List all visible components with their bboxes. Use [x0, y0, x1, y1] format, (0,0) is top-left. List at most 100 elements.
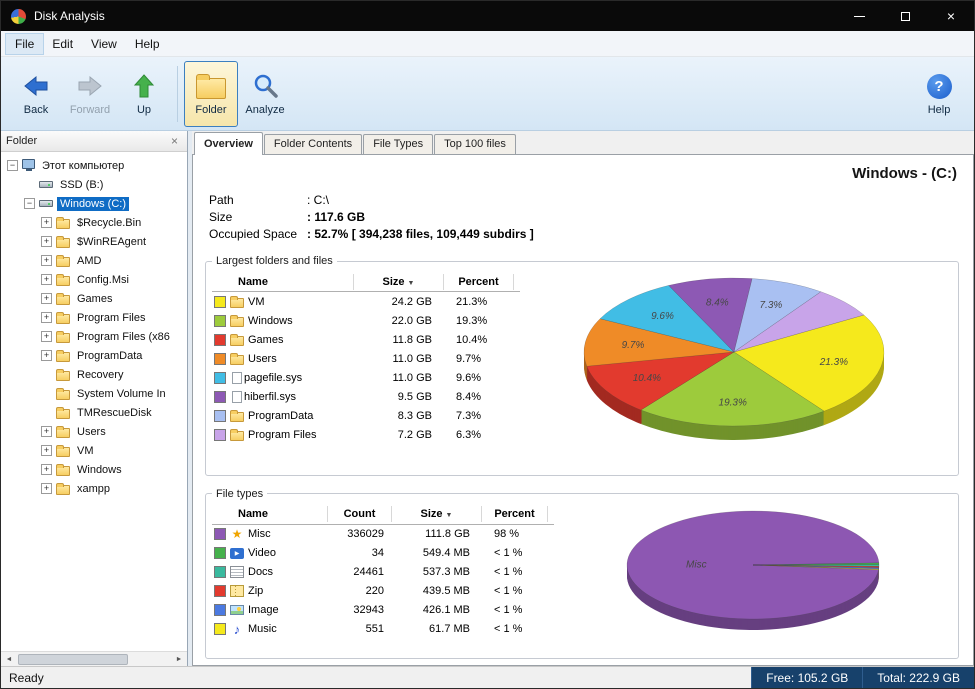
tree-item[interactable]: TMRescueDisk: [3, 403, 187, 422]
item-size: 426.1 MB: [422, 604, 470, 617]
sort-desc-icon: ▼: [445, 512, 453, 520]
largest-row[interactable]: hiberfil.sys 9.5 GB 8.4%: [212, 387, 520, 406]
expand-icon[interactable]: +: [41, 426, 52, 437]
collapse-icon[interactable]: −: [7, 160, 18, 171]
tree-item[interactable]: System Volume In: [3, 384, 187, 403]
largest-row[interactable]: ProgramData 8.3 GB 7.3%: [212, 406, 520, 425]
folder-icon: [56, 293, 70, 305]
item-percent: 98 %: [494, 528, 520, 541]
largest-row[interactable]: Games 11.8 GB 10.4%: [212, 330, 520, 349]
tree-label: Games: [77, 292, 113, 305]
filetype-row[interactable]: Zip 220 439.5 MB < 1 %: [212, 582, 554, 601]
column-header-percent[interactable]: Percent: [444, 273, 514, 290]
tree-item[interactable]: SSD (B:): [3, 175, 187, 194]
largest-row[interactable]: Program Files 7.2 GB 6.3%: [212, 425, 520, 444]
pie-label: Misc: [686, 559, 707, 570]
maximize-button[interactable]: [882, 1, 928, 31]
color-swatch: [214, 371, 226, 384]
minimize-button[interactable]: [836, 1, 882, 31]
tree-item[interactable]: + Users: [3, 422, 187, 441]
tab-overview[interactable]: Overview: [194, 132, 263, 155]
tree-item[interactable]: Recovery: [3, 365, 187, 384]
item-percent: < 1 %: [494, 585, 523, 598]
tree-item[interactable]: + xampp: [3, 479, 187, 498]
menu-file[interactable]: File: [4, 32, 45, 55]
largest-row[interactable]: VM 24.2 GB 21.3%: [212, 292, 520, 311]
column-header-count[interactable]: Count: [328, 506, 392, 523]
column-header-size[interactable]: Size ▼: [392, 506, 482, 523]
column-header-name[interactable]: Name: [212, 506, 328, 523]
item-percent: 21.3%: [456, 295, 488, 308]
largest-row[interactable]: Users 11.0 GB 9.7%: [212, 349, 520, 368]
expand-icon[interactable]: +: [41, 236, 52, 247]
expand-icon[interactable]: +: [41, 255, 52, 266]
tab-file-types[interactable]: File Types: [363, 134, 434, 154]
menu-view[interactable]: View: [82, 34, 126, 54]
filetype-row[interactable]: Image 32943 426.1 MB < 1 %: [212, 601, 554, 620]
tree-item[interactable]: + AMD: [3, 251, 187, 270]
folder-icon: [56, 464, 70, 476]
analyze-label: Analyze: [245, 104, 285, 116]
sidebar-title: Folder: [6, 135, 38, 147]
folder-icon: [56, 388, 70, 400]
largest-row[interactable]: pagefile.sys 11.0 GB 9.6%: [212, 368, 520, 387]
largest-row[interactable]: Windows 22.0 GB 19.3%: [212, 311, 520, 330]
tab-folder-contents[interactable]: Folder Contents: [263, 134, 363, 154]
filetype-row[interactable]: Video 34 549.4 MB < 1 %: [212, 544, 554, 563]
expand-icon[interactable]: +: [41, 331, 52, 342]
tab-top-100-files[interactable]: Top 100 files: [434, 134, 516, 154]
tree-item[interactable]: + $Recycle.Bin: [3, 213, 187, 232]
column-header-size[interactable]: Size ▼: [354, 273, 444, 290]
folder-icon: [56, 407, 70, 419]
sidebar-close-button[interactable]: ×: [167, 134, 182, 148]
scroll-right-icon[interactable]: ►: [171, 656, 187, 663]
tree-item[interactable]: − Этот компьютер: [3, 156, 187, 175]
expand-icon[interactable]: +: [41, 445, 52, 456]
tree-item[interactable]: + Program Files (x86: [3, 327, 187, 346]
menu-bar: File Edit View Help: [1, 31, 974, 57]
horizontal-scrollbar[interactable]: ◄ ►: [1, 651, 187, 666]
expand-icon[interactable]: +: [41, 293, 52, 304]
filetype-row[interactable]: Misc 336029 111.8 GB 98 %: [212, 525, 554, 544]
name-cell: Program Files: [212, 428, 354, 441]
status-total-space: Total: 222.9 GB: [862, 667, 974, 688]
tree-item[interactable]: + Config.Msi: [3, 270, 187, 289]
name-cell: Users: [212, 352, 354, 365]
tree-item[interactable]: + ProgramData: [3, 346, 187, 365]
tree-item[interactable]: + $WinREAgent: [3, 232, 187, 251]
forward-button[interactable]: Forward: [63, 61, 117, 127]
collapse-icon[interactable]: −: [24, 198, 35, 209]
tree-item[interactable]: + Program Files: [3, 308, 187, 327]
column-header-name[interactable]: Name: [212, 273, 354, 290]
filetype-row[interactable]: Music 551 61.7 MB < 1 %: [212, 620, 554, 639]
content-column: Overview Folder Contents File Types Top 100…: [192, 131, 974, 666]
folder-button[interactable]: Folder: [184, 60, 238, 127]
up-button[interactable]: Up: [117, 61, 171, 127]
help-button[interactable]: ? Help: [912, 61, 966, 127]
expand-icon[interactable]: +: [41, 350, 52, 361]
scroll-left-icon[interactable]: ◄: [1, 656, 17, 663]
minimize-icon: [853, 15, 865, 17]
tree-item[interactable]: − Windows (C:): [3, 194, 187, 213]
item-count: 220: [365, 585, 384, 598]
item-name: Users: [248, 352, 277, 365]
column-header-percent[interactable]: Percent: [482, 506, 548, 523]
menu-help[interactable]: Help: [126, 34, 169, 54]
item-percent: < 1 %: [494, 623, 523, 636]
expand-icon[interactable]: +: [41, 274, 52, 285]
expand-icon[interactable]: +: [41, 217, 52, 228]
scrollbar-thumb[interactable]: [18, 653, 128, 665]
filetype-row[interactable]: Docs 24461 537.3 MB < 1 %: [212, 563, 554, 582]
expand-icon[interactable]: +: [41, 312, 52, 323]
tree-item[interactable]: + VM: [3, 441, 187, 460]
tree-item[interactable]: + Windows: [3, 460, 187, 479]
back-button[interactable]: Back: [9, 61, 63, 127]
tree-item[interactable]: + Games: [3, 289, 187, 308]
menu-edit[interactable]: Edit: [43, 34, 82, 54]
expand-icon[interactable]: +: [41, 483, 52, 494]
expand-icon[interactable]: +: [41, 464, 52, 475]
analyze-button[interactable]: Analyze: [238, 61, 292, 127]
close-button[interactable]: ×: [928, 1, 974, 31]
color-swatch: [214, 390, 226, 403]
